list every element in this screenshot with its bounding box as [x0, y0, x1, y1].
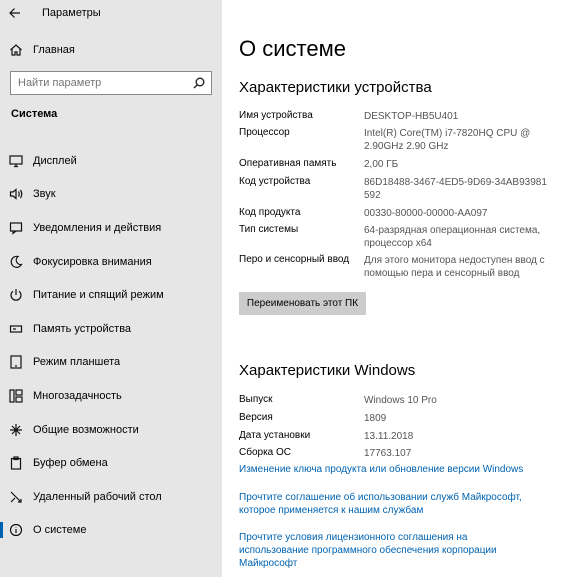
sidebar-item-label: Фокусировка внимания: [33, 255, 152, 268]
row-key: Дата установки: [239, 430, 311, 441]
sidebar-item-label: Дисплей: [33, 154, 77, 167]
storage-icon: [8, 321, 24, 337]
row-key: Код устройства: [239, 176, 311, 187]
sidebar-item-multitasking[interactable]: Многозадачность: [0, 379, 222, 413]
row-key: Процессор: [239, 127, 290, 138]
remote-desktop-icon: [8, 489, 24, 505]
sidebar-item-label: Буфер обмена: [33, 457, 108, 470]
row-key: Сборка ОС: [239, 447, 292, 458]
sidebar-item-about[interactable]: О системе: [0, 514, 222, 548]
row-value: 17763.107: [364, 448, 412, 459]
sidebar-item-label: Питание и спящий режим: [33, 289, 164, 302]
license-terms-link[interactable]: Прочтите условия лицензионного соглашени…: [239, 531, 539, 570]
sidebar-item-remote-desktop[interactable]: Удаленный рабочий стол: [0, 480, 222, 514]
row-value: Intel(R) Core(TM) i7-7820HQ CPU @ 2.90GH…: [364, 128, 531, 152]
main-content: О системе Характеристики устройства Имя …: [222, 0, 572, 577]
row-value: DESKTOP-HB5U401: [364, 111, 459, 122]
sidebar-item-shared-experiences[interactable]: Общие возможности: [0, 413, 222, 447]
notification-icon: [8, 220, 24, 236]
search-icon: [193, 77, 205, 89]
sidebar-item-clipboard[interactable]: Буфер обмена: [0, 446, 222, 480]
info-icon: [8, 522, 24, 538]
sidebar-item-sound[interactable]: Звук: [0, 178, 222, 212]
rename-pc-button[interactable]: Переименовать этот ПК: [239, 292, 366, 315]
row-value: Для этого монитора недоступен ввод с пом…: [364, 255, 545, 279]
row-key: Код продукта: [239, 207, 301, 218]
row-key: Перо и сенсорный ввод: [239, 254, 350, 265]
sidebar-item-label: Общие возможности: [33, 423, 139, 436]
sidebar-item-focus-assist[interactable]: Фокусировка внимания: [0, 245, 222, 279]
row-value: 64-разрядная операционная система, проце…: [364, 225, 541, 249]
row-key: Оперативная память: [239, 158, 337, 169]
sidebar-item-notifications[interactable]: Уведомления и действия: [0, 211, 222, 245]
window-title: Параметры: [42, 7, 101, 19]
row-key: Версия: [239, 412, 273, 423]
power-icon: [8, 287, 24, 303]
multitasking-icon: [8, 388, 24, 404]
sidebar-item-label: Уведомления и действия: [33, 221, 162, 234]
row-key: Выпуск: [239, 394, 273, 405]
section-header: Система: [11, 108, 58, 120]
row-value: 1809: [364, 413, 387, 424]
tablet-icon: [8, 354, 24, 370]
windows-section-title: Характеристики Windows: [239, 362, 416, 379]
sidebar-item-label: Память устройства: [33, 322, 132, 335]
row-key: Тип системы: [239, 224, 299, 235]
sidebar-item-display[interactable]: Дисплей: [0, 144, 222, 178]
sidebar-item-label: Многозадачность: [33, 389, 122, 402]
nav-list: Дисплей Звук Уведомления и действия Фоку…: [0, 144, 222, 547]
arrow-left-icon: [9, 8, 20, 18]
sidebar-item-label: Удаленный рабочий стол: [33, 490, 162, 503]
display-icon: [8, 153, 24, 169]
search-box[interactable]: [10, 71, 212, 95]
row-value: 2,00 ГБ: [364, 159, 399, 170]
home-icon: [8, 42, 24, 58]
row-key: Имя устройства: [239, 110, 313, 121]
row-value: 86D18488-3467-4ED5-9D69-34AB93981592: [364, 177, 547, 201]
row-value: Windows 10 Pro: [364, 395, 437, 406]
services-agreement-link[interactable]: Прочтите соглашение об использовании слу…: [239, 491, 539, 517]
nav-home[interactable]: Главная: [0, 38, 222, 62]
clipboard-icon: [8, 455, 24, 471]
speaker-icon: [8, 186, 24, 202]
device-section-title: Характеристики устройства: [239, 79, 432, 96]
sidebar-item-power[interactable]: Питание и спящий режим: [0, 278, 222, 312]
sidebar-item-label: О системе: [33, 524, 87, 537]
sidebar: Параметры Главная Система Дисплей Звук У…: [0, 0, 222, 577]
change-product-key-link[interactable]: Изменение ключа продукта или обновление …: [239, 463, 559, 476]
shared-experiences-icon: [8, 422, 24, 438]
moon-icon: [8, 254, 24, 270]
row-value: 13.11.2018: [364, 431, 414, 442]
sidebar-item-storage[interactable]: Память устройства: [0, 312, 222, 346]
sidebar-item-label: Режим планшета: [33, 356, 121, 369]
page-title: О системе: [239, 36, 346, 61]
sidebar-item-label: Звук: [33, 188, 56, 201]
back-button[interactable]: [0, 0, 30, 26]
sidebar-item-tablet[interactable]: Режим планшета: [0, 346, 222, 380]
row-value: 00330-80000-00000-AA097: [364, 208, 488, 219]
nav-home-label: Главная: [33, 44, 75, 56]
search-input[interactable]: [18, 77, 188, 89]
titlebar: Параметры: [0, 0, 222, 26]
